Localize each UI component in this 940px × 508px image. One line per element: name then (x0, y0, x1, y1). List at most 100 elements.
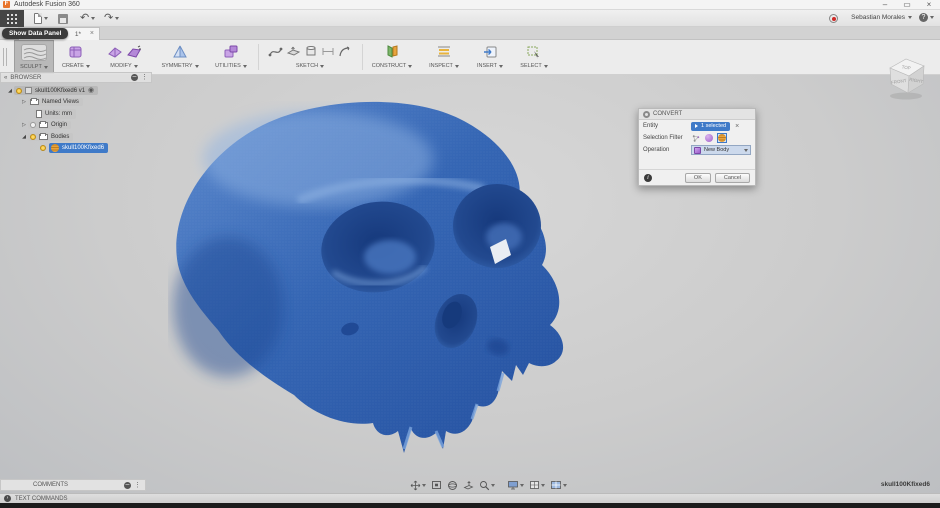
ok-button[interactable]: OK (685, 173, 711, 183)
operation-row: Operation New Body (639, 144, 755, 156)
entity-selected-count: 1 selected (701, 123, 726, 129)
app-grid-button[interactable] (0, 10, 24, 27)
tree-body-row-selected[interactable]: skull100Kfixed6 (0, 143, 152, 155)
browser-header[interactable]: « BROWSER – ⋮ (0, 72, 152, 83)
collapsed-icon[interactable]: ▷ (20, 99, 28, 105)
display-settings-button[interactable] (505, 479, 526, 492)
comments-panel-header[interactable]: COMMENTS – ⋮ (0, 479, 146, 491)
chevron-down-icon (520, 484, 524, 487)
menu-symmetry[interactable]: SYMMETRY (156, 40, 204, 74)
panel-menu-icon[interactable]: ⋮ (134, 482, 141, 489)
folder-icon (30, 99, 39, 105)
cancel-button[interactable]: Cancel (715, 173, 750, 183)
filter-mesh-icon[interactable] (717, 133, 727, 143)
file-menu-button[interactable] (34, 12, 48, 25)
menu-insert[interactable]: INSERT (470, 40, 510, 74)
modify-label: MODIFY (110, 63, 131, 69)
chevron-down-icon (115, 17, 119, 20)
redo-button[interactable]: ↷ (104, 12, 119, 25)
collapse-panel-icon[interactable]: « (4, 75, 7, 81)
zoom-button[interactable] (477, 479, 497, 492)
undo-button[interactable]: ↶ (80, 12, 95, 25)
visibility-bulb-off-icon[interactable] (30, 122, 36, 128)
window-bottom-edge (0, 503, 940, 508)
menu-create[interactable]: CREATE (56, 40, 96, 74)
bodies-label[interactable]: Bodies (51, 134, 69, 140)
new-body-icon (694, 147, 701, 154)
text-commands-bar[interactable]: › TEXT COMMANDS (0, 493, 940, 503)
text-commands-icon: › (4, 495, 11, 502)
chevron-down-icon (44, 17, 48, 20)
viewports-button[interactable] (548, 479, 569, 492)
tree-named-views-row[interactable]: ▷ Named Views (0, 97, 152, 109)
sculpt-label: SCULPT (20, 64, 42, 70)
chevron-down-icon (86, 65, 90, 68)
tree-origin-row[interactable]: ▷ Origin (0, 120, 152, 132)
document-tab-row: 1* × Show Data Panel (0, 27, 940, 40)
menu-modify[interactable]: MODIFY (98, 40, 150, 74)
origin-label[interactable]: Origin (51, 122, 67, 128)
visibility-bulb-icon[interactable] (40, 145, 46, 151)
body-label[interactable]: skull100Kfixed6 (62, 145, 104, 151)
info-icon[interactable]: i (644, 174, 652, 182)
application-bar: ↶ ↷ Sebastian Morales ? (0, 10, 940, 27)
pan-button[interactable] (408, 479, 428, 492)
menu-select[interactable]: SELECT (514, 40, 554, 74)
model-viewport[interactable]: « BROWSER – ⋮ ◢ skull100Kfixed6 v1 ◉ ▷ N… (0, 75, 940, 493)
fit-button[interactable] (429, 479, 444, 492)
entity-label: Entity (643, 123, 691, 129)
filter-tspline-icon[interactable] (691, 133, 701, 143)
panel-menu-icon[interactable]: ⋮ (141, 74, 148, 81)
construct-label: CONSTRUCT (372, 63, 407, 69)
skull-3d-model[interactable] (168, 97, 590, 471)
filter-brep-icon[interactable] (704, 133, 714, 143)
tree-root-row[interactable]: ◢ skull100Kfixed6 v1 ◉ (0, 85, 152, 97)
minimize-button[interactable]: – (874, 0, 896, 10)
user-account-menu[interactable]: Sebastian Morales (851, 14, 912, 21)
chevron-down-icon (195, 65, 199, 68)
chevron-down-icon (422, 484, 426, 487)
look-at-button[interactable] (461, 479, 476, 492)
tree-units-row[interactable]: Units: mm (0, 108, 152, 120)
folder-icon (39, 134, 48, 140)
component-icon (25, 87, 32, 94)
convert-dialog-header[interactable]: CONVERT (639, 109, 755, 120)
close-button[interactable]: × (918, 0, 940, 10)
sculpt-mesh-icon (21, 44, 47, 61)
collapsed-icon[interactable]: ▷ (20, 122, 28, 128)
expanded-icon[interactable]: ◢ (6, 88, 14, 94)
save-button[interactable] (58, 12, 68, 25)
clear-selection-icon[interactable]: × (735, 123, 739, 130)
orbit-button[interactable] (445, 479, 460, 492)
units-label[interactable]: Units: mm (45, 111, 72, 117)
tab-sculpt[interactable]: SCULPT (14, 40, 54, 74)
expanded-icon[interactable]: ◢ (20, 134, 28, 140)
visibility-bulb-icon[interactable] (30, 134, 36, 140)
grid-snaps-button[interactable] (527, 479, 547, 492)
view-cube[interactable]: TOP FRONT RIGHT (880, 46, 932, 102)
visibility-bulb-icon[interactable] (16, 88, 22, 94)
root-component-label[interactable]: skull100Kfixed6 v1 (35, 88, 85, 94)
tree-bodies-row[interactable]: ◢ Bodies (0, 131, 152, 143)
toolbar-grip[interactable] (3, 48, 7, 66)
activate-component-icon[interactable]: ◉ (88, 87, 94, 94)
create-box-icon (68, 44, 84, 59)
app-title: Autodesk Fusion 360 (14, 1, 80, 8)
menu-utilities[interactable]: UTILITIES (208, 40, 254, 74)
named-views-label[interactable]: Named Views (42, 99, 79, 105)
entity-selection-chip[interactable]: 1 selected (691, 122, 730, 131)
record-icon[interactable] (829, 14, 838, 23)
cursor-icon (695, 124, 698, 128)
tab-close-icon[interactable]: × (90, 30, 94, 37)
minimize-panel-icon[interactable]: – (124, 482, 131, 489)
minimize-panel-icon[interactable]: – (131, 74, 138, 81)
menu-construct[interactable]: CONSTRUCT (366, 40, 418, 74)
sketch-revolve-icon (304, 45, 318, 58)
menu-inspect[interactable]: INSPECT (422, 40, 466, 74)
help-menu[interactable]: ? (919, 13, 934, 22)
menu-sketch[interactable]: SKETCH (262, 40, 358, 74)
fit-icon (431, 480, 442, 490)
operation-dropdown[interactable]: New Body (691, 145, 751, 155)
orbit-icon (447, 480, 458, 491)
restore-button[interactable]: ▭ (896, 0, 918, 10)
